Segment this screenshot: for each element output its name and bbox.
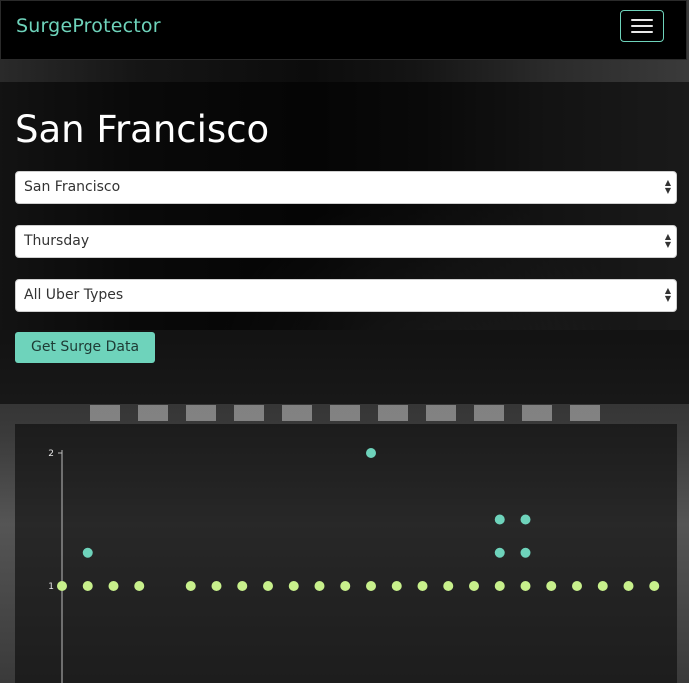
- surge-point-base[interactable]: [82, 581, 93, 591]
- surge-point-high[interactable]: [520, 547, 531, 558]
- y-tick-label: 1: [48, 582, 54, 592]
- surge-point-base[interactable]: [572, 581, 582, 591]
- surge-point-base[interactable]: [108, 581, 119, 591]
- background-crosswalk: [90, 405, 610, 421]
- surge-point-high[interactable]: [82, 547, 93, 558]
- surge-point-high[interactable]: [494, 514, 505, 525]
- surge-point-high[interactable]: [366, 448, 376, 458]
- city-select-value: San Francisco: [24, 179, 121, 195]
- navbar: SurgeProtector: [0, 0, 687, 60]
- surge-point-base[interactable]: [57, 581, 67, 591]
- surge-point-base[interactable]: [366, 581, 376, 591]
- surge-point-base[interactable]: [340, 581, 351, 591]
- y-tick-label: 2: [48, 449, 54, 459]
- surge-point-base[interactable]: [391, 581, 402, 591]
- hamburger-icon: [631, 25, 653, 27]
- surge-point-base[interactable]: [211, 581, 222, 591]
- surge-point-base[interactable]: [546, 581, 557, 591]
- page-title: San Francisco: [15, 108, 270, 151]
- uber-type-select-value: All Uber Types: [24, 287, 124, 303]
- surge-point-high[interactable]: [494, 547, 505, 558]
- surge-point-base[interactable]: [314, 581, 325, 591]
- select-arrows-icon: ▲ ▼: [664, 232, 672, 249]
- surge-point-base[interactable]: [494, 581, 505, 591]
- surge-point-base[interactable]: [134, 581, 145, 591]
- hamburger-icon: [631, 31, 653, 33]
- menu-toggle-button[interactable]: [620, 10, 664, 42]
- surge-point-base[interactable]: [185, 581, 196, 591]
- get-surge-data-button[interactable]: Get Surge Data: [15, 332, 155, 363]
- surge-point-base[interactable]: [597, 581, 608, 591]
- surge-point-base[interactable]: [417, 581, 428, 591]
- select-arrows-icon: ▲ ▼: [664, 286, 672, 303]
- surge-point-base[interactable]: [288, 581, 299, 591]
- surge-point-base[interactable]: [649, 581, 660, 591]
- surge-chart: 12: [15, 424, 677, 683]
- uber-type-select[interactable]: All Uber Types ▲ ▼: [15, 279, 677, 312]
- brand-link[interactable]: SurgeProtector: [16, 15, 161, 37]
- day-select-value: Thursday: [24, 233, 90, 249]
- surge-point-high[interactable]: [520, 514, 531, 525]
- surge-point-base[interactable]: [469, 581, 479, 591]
- city-select[interactable]: San Francisco ▲ ▼: [15, 171, 677, 204]
- surge-point-base[interactable]: [520, 581, 531, 591]
- surge-chart-svg: 12: [48, 448, 660, 683]
- surge-point-base[interactable]: [237, 581, 248, 591]
- surge-point-base[interactable]: [263, 581, 273, 591]
- surge-point-base[interactable]: [623, 581, 634, 591]
- surge-point-base[interactable]: [443, 581, 454, 591]
- day-select[interactable]: Thursday ▲ ▼: [15, 225, 677, 258]
- select-arrows-icon: ▲ ▼: [664, 178, 672, 195]
- hamburger-icon: [631, 19, 653, 21]
